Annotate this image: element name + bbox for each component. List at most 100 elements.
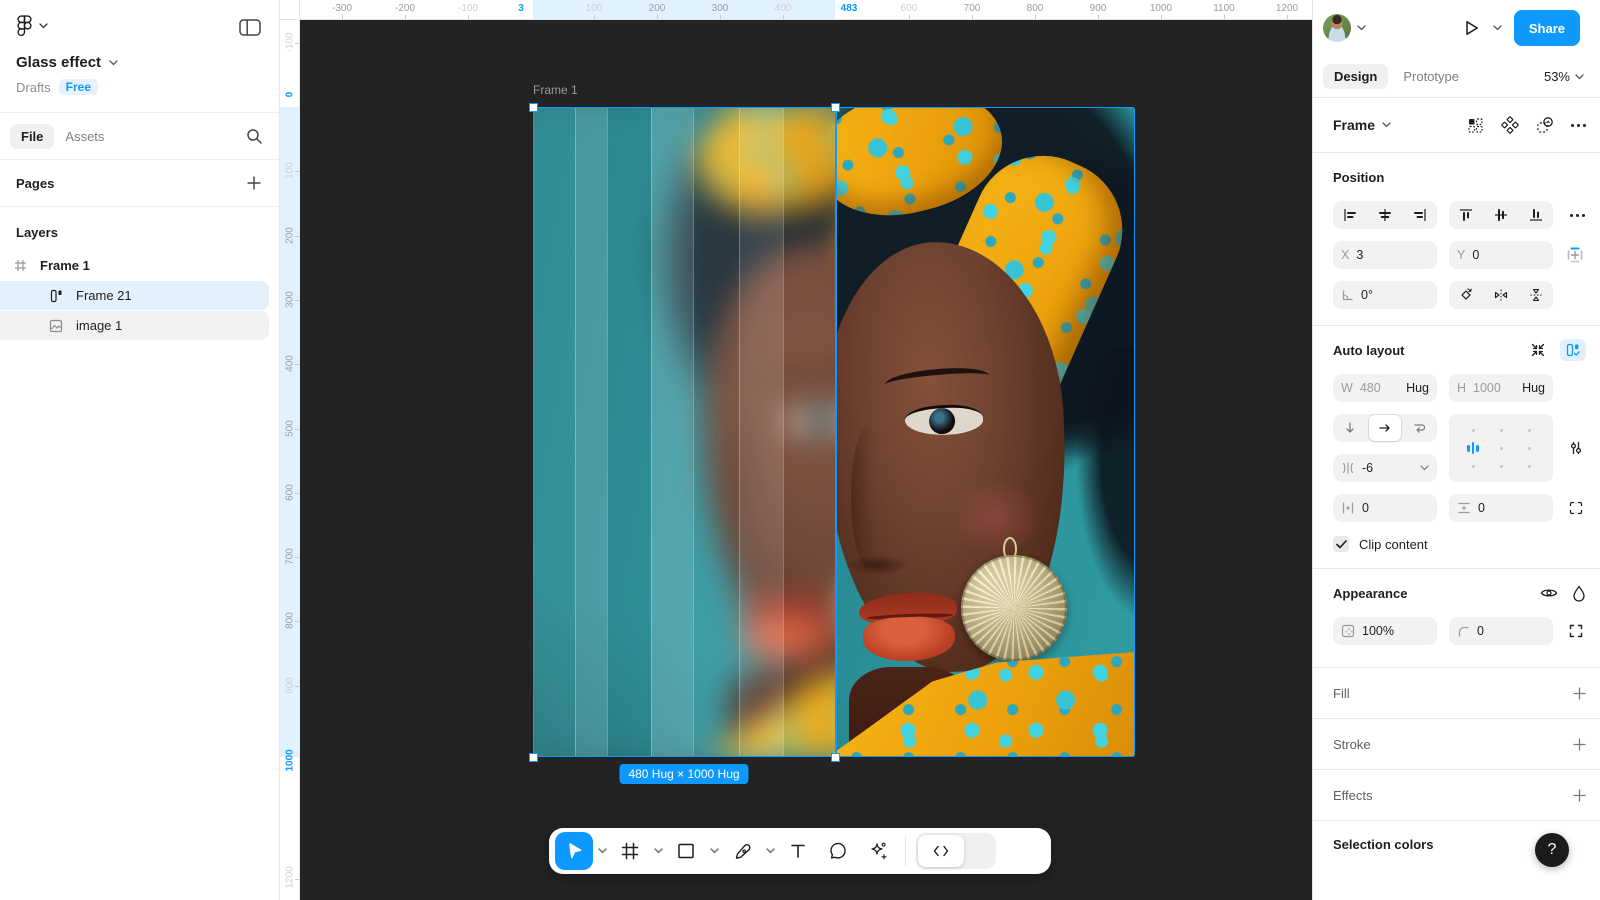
blend-mode-droplet-icon[interactable] [1572,585,1586,602]
glass-stripe-edge [783,107,784,757]
actions-tool-button[interactable] [859,832,897,870]
search-icon[interactable] [246,128,263,145]
align-top-button[interactable] [1450,202,1482,228]
selected-object-type[interactable]: Frame [1333,117,1375,133]
help-button[interactable]: ? [1535,833,1569,867]
layer-row-image-1[interactable]: image 1 [0,311,269,340]
add-page-icon[interactable] [247,176,261,190]
ruler-label: -100 [458,3,478,14]
add-effect-icon[interactable] [1573,789,1586,802]
layer-row-frame-1[interactable]: Frame 1 [0,251,269,280]
object-type-chevron-icon[interactable] [1382,122,1391,128]
expand-corners-icon[interactable] [1568,623,1584,639]
align-right-button[interactable] [1404,202,1436,228]
angle-icon [1341,289,1354,302]
layers-section-title: Layers [0,207,279,250]
more-options-icon[interactable] [1571,124,1586,127]
layer-row-frame-21[interactable]: Frame 21 [0,281,269,310]
glass-stripe [693,107,739,757]
width-input[interactable]: W 480 Hug [1333,374,1437,402]
constraints-icon[interactable] [1565,245,1585,265]
align-v-center-button[interactable] [1485,202,1517,228]
ruler-top[interactable]: -300-200-1003100200300400483600700800900… [280,0,1312,20]
direction-vertical-button[interactable] [1334,415,1366,441]
ruler-label: -100 [285,33,296,53]
direction-horizontal-button[interactable] [1369,415,1401,441]
opacity-input[interactable]: 100% [1333,617,1437,645]
gap-input[interactable]: -6 [1333,454,1437,482]
frame-tool-button[interactable] [611,832,649,870]
document-menu-chevron-icon[interactable] [109,60,118,66]
move-tool-dropdown[interactable] [595,832,609,870]
alignment-pad[interactable] [1449,414,1553,482]
selection-handle-top-left[interactable] [529,103,538,112]
align-h-center-button[interactable] [1369,202,1401,228]
selection-handle-bottom-right[interactable] [831,753,840,762]
tab-file[interactable]: File [10,124,54,149]
visibility-eye-icon[interactable] [1540,586,1558,600]
add-stroke-icon[interactable] [1573,738,1586,751]
frame-tool-dropdown[interactable] [651,832,665,870]
tab-assets[interactable]: Assets [54,124,115,149]
transform-group [1449,281,1553,309]
layout-settings-icon[interactable] [1568,440,1584,456]
align-left-button[interactable] [1334,202,1366,228]
account-chevron-icon[interactable] [1357,25,1366,31]
selection-handle-bottom-left[interactable] [529,753,538,762]
comment-tool-button[interactable] [819,832,857,870]
direction-wrap-button[interactable] [1404,415,1436,441]
auto-layout-active-icon[interactable] [1560,339,1586,361]
create-component-icon[interactable] [1501,116,1519,134]
avatar[interactable] [1323,14,1351,42]
x-position-input[interactable]: X 3 [1333,241,1437,269]
use-as-mask-icon[interactable] [1536,116,1554,134]
tab-prototype[interactable]: Prototype [1392,64,1470,89]
shape-tool-dropdown[interactable] [707,832,721,870]
rotation-value: 0° [1361,288,1373,302]
glass-stripe [533,107,575,757]
canvas[interactable]: Frame 1 [280,0,1312,900]
design-frame[interactable] [533,107,1135,757]
y-position-input[interactable]: Y 0 [1449,241,1553,269]
glass-stripe [651,107,693,757]
frame-grid-icon [12,259,28,272]
share-button[interactable]: Share [1514,10,1580,46]
ruler-left[interactable]: -100010020030040050060070080090010001200 [280,20,300,900]
pen-tool-button[interactable] [723,832,761,870]
selection-handle-top-right[interactable] [831,103,840,112]
rotation-input[interactable]: 0° [1333,281,1437,309]
present-play-icon[interactable] [1461,18,1481,38]
text-tool-button[interactable] [779,832,817,870]
move-tool-button[interactable] [555,832,593,870]
flip-vertical-button[interactable] [1520,282,1552,308]
add-fill-icon[interactable] [1573,687,1586,700]
tab-design[interactable]: Design [1323,64,1388,89]
canvas-frame-title[interactable]: Frame 1 [533,83,578,97]
clip-content-checkbox[interactable] [1333,536,1349,552]
vertical-padding-icon [1457,501,1471,515]
more-align-options-icon[interactable] [1570,214,1585,217]
document-title[interactable]: Glass effect [16,54,101,71]
zoom-menu[interactable]: 53% [1544,69,1584,84]
align-bottom-button[interactable] [1520,202,1552,228]
individual-padding-icon[interactable] [1568,500,1584,516]
corner-radius-input[interactable]: 0 [1449,617,1553,645]
horizontal-padding-input[interactable]: 0 [1333,494,1437,522]
collapse-sidebar-button[interactable] [239,19,261,36]
figma-logo-icon[interactable] [16,14,33,38]
main-menu-chevron-icon[interactable] [39,23,48,29]
shrink-icon[interactable] [1530,342,1546,358]
breadcrumb-drafts[interactable]: Drafts [16,80,51,95]
glass-effect-layer[interactable] [533,107,835,757]
component-props-icon[interactable] [1467,117,1484,134]
ruler-label: 600 [285,483,296,503]
height-input[interactable]: H 1000 Hug [1449,374,1553,402]
gap-dropdown-chevron-icon[interactable] [1420,465,1429,471]
dev-mode-toggle[interactable] [916,833,996,869]
rotate-button[interactable] [1450,282,1482,308]
shape-tool-button[interactable] [667,832,705,870]
pen-tool-dropdown[interactable] [763,832,777,870]
flip-horizontal-button[interactable] [1485,282,1517,308]
vertical-padding-input[interactable]: 0 [1449,494,1553,522]
present-options-chevron-icon[interactable] [1493,25,1502,31]
